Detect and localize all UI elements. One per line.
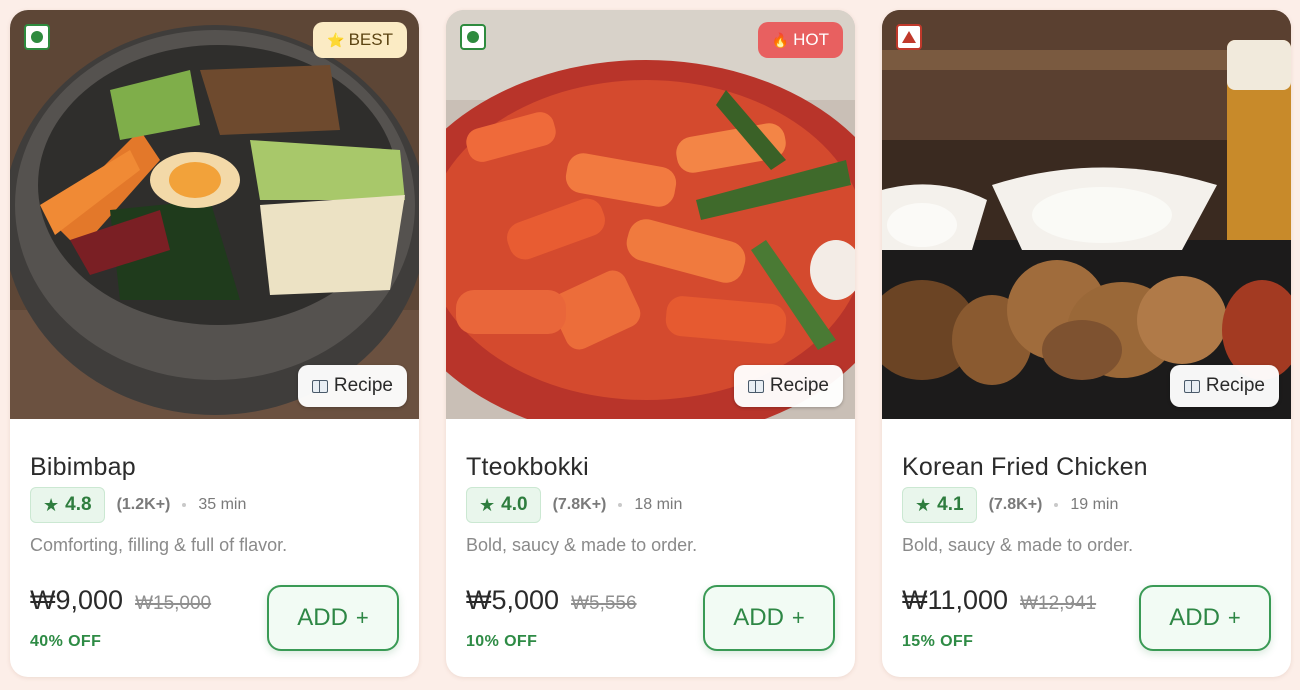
best-badge: ⭐ BEST (313, 22, 407, 58)
rating-value: 4.8 (65, 494, 92, 515)
original-price: ₩12,941 (1020, 593, 1097, 614)
food-image[interactable]: 🔥 HOT Recipe (446, 10, 855, 419)
rating-value: 4.1 (937, 494, 964, 515)
separator-dot (618, 503, 623, 507)
tteokbokki-photo (446, 10, 855, 419)
fried-chicken-photo (882, 10, 1291, 419)
recipe-button[interactable]: Recipe (733, 365, 843, 407)
bibimbap-photo (10, 10, 419, 419)
dish-name: Korean Fried Chicken (902, 453, 1148, 481)
food-image[interactable]: ⭐ BEST Recipe (10, 10, 419, 419)
price-block: ₩5,000 ₩5,556 (466, 585, 637, 616)
dish-meta: ★ 4.0 (7.8K+) 18 min (466, 487, 682, 523)
plus-icon: + (1227, 605, 1241, 630)
veg-indicator-icon (460, 24, 486, 50)
review-count: (7.8K+) (552, 496, 607, 513)
discount-label: 15% OFF (902, 633, 974, 650)
prep-time: 19 min (1070, 496, 1119, 513)
add-to-cart-button[interactable]: ADD + (1139, 585, 1271, 651)
book-icon (1183, 379, 1200, 393)
book-icon (311, 379, 328, 393)
star-icon: ★ (43, 494, 60, 515)
recipe-label: Recipe (333, 375, 393, 396)
plus-icon: + (791, 605, 805, 630)
recipe-label: Recipe (1205, 375, 1265, 396)
current-price: ₩9,000 (30, 585, 124, 615)
book-icon (747, 379, 764, 393)
add-to-cart-button[interactable]: ADD + (267, 585, 399, 651)
prep-time: 35 min (198, 496, 247, 513)
discount-label: 10% OFF (466, 633, 538, 650)
badge-label: HOT (793, 30, 829, 49)
non-veg-indicator-icon (896, 24, 922, 50)
rating-value: 4.0 (501, 494, 528, 515)
dish-description: Bold, saucy & made to order. (902, 535, 1134, 555)
add-to-cart-button[interactable]: ADD + (703, 585, 835, 651)
rating-badge: ★ 4.8 (30, 487, 105, 523)
rating-badge: ★ 4.1 (902, 487, 977, 523)
recipe-button[interactable]: Recipe (297, 365, 407, 407)
fire-icon: 🔥 (771, 31, 790, 48)
food-image[interactable]: Recipe (882, 10, 1291, 419)
star-icon: ⭐ (327, 31, 345, 48)
dish-meta: ★ 4.1 (7.8K+) 19 min (902, 487, 1118, 523)
dish-description: Comforting, filling & full of flavor. (30, 535, 288, 555)
review-count: (1.2K+) (116, 496, 171, 513)
dish-name: Tteokbokki (466, 453, 589, 481)
menu-card-korean-fried-chicken[interactable]: Recipe Korean Fried Chicken ★ 4.1 (7.8K+… (882, 10, 1291, 677)
star-icon: ★ (915, 494, 932, 515)
separator-dot (1054, 503, 1059, 507)
price-block: ₩11,000 ₩12,941 (902, 585, 1096, 616)
dish-name: Bibimbap (30, 453, 136, 481)
hot-badge: 🔥 HOT (757, 22, 843, 58)
recipe-label: Recipe (769, 375, 829, 396)
menu-card-tteokbokki[interactable]: 🔥 HOT Recipe Tteokbokki ★ 4.0 (7.8K+) 18… (446, 10, 855, 677)
original-price: ₩15,000 (135, 593, 212, 614)
recipe-button[interactable]: Recipe (1169, 365, 1279, 407)
rating-badge: ★ 4.0 (466, 487, 541, 523)
current-price: ₩5,000 (466, 585, 560, 615)
prep-time: 18 min (634, 496, 683, 513)
plus-icon: + (355, 605, 369, 630)
dish-meta: ★ 4.8 (1.2K+) 35 min (30, 487, 246, 523)
veg-indicator-icon (24, 24, 50, 50)
review-count: (7.8K+) (988, 496, 1043, 513)
discount-label: 40% OFF (30, 633, 102, 650)
original-price: ₩5,556 (571, 593, 637, 614)
add-label: ADD (297, 604, 348, 631)
price-block: ₩9,000 ₩15,000 (30, 585, 211, 616)
badge-label: BEST (348, 30, 393, 49)
menu-card-bibimbap[interactable]: ⭐ BEST Recipe Bibimbap ★ 4.8 (1.2K+) 35 … (10, 10, 419, 677)
menu-grid: ⭐ BEST Recipe Bibimbap ★ 4.8 (1.2K+) 35 … (10, 10, 1291, 677)
dish-description: Bold, saucy & made to order. (466, 535, 698, 555)
add-label: ADD (1169, 604, 1220, 631)
add-label: ADD (733, 604, 784, 631)
star-icon: ★ (479, 494, 496, 515)
current-price: ₩11,000 (902, 585, 1009, 615)
separator-dot (182, 503, 187, 507)
